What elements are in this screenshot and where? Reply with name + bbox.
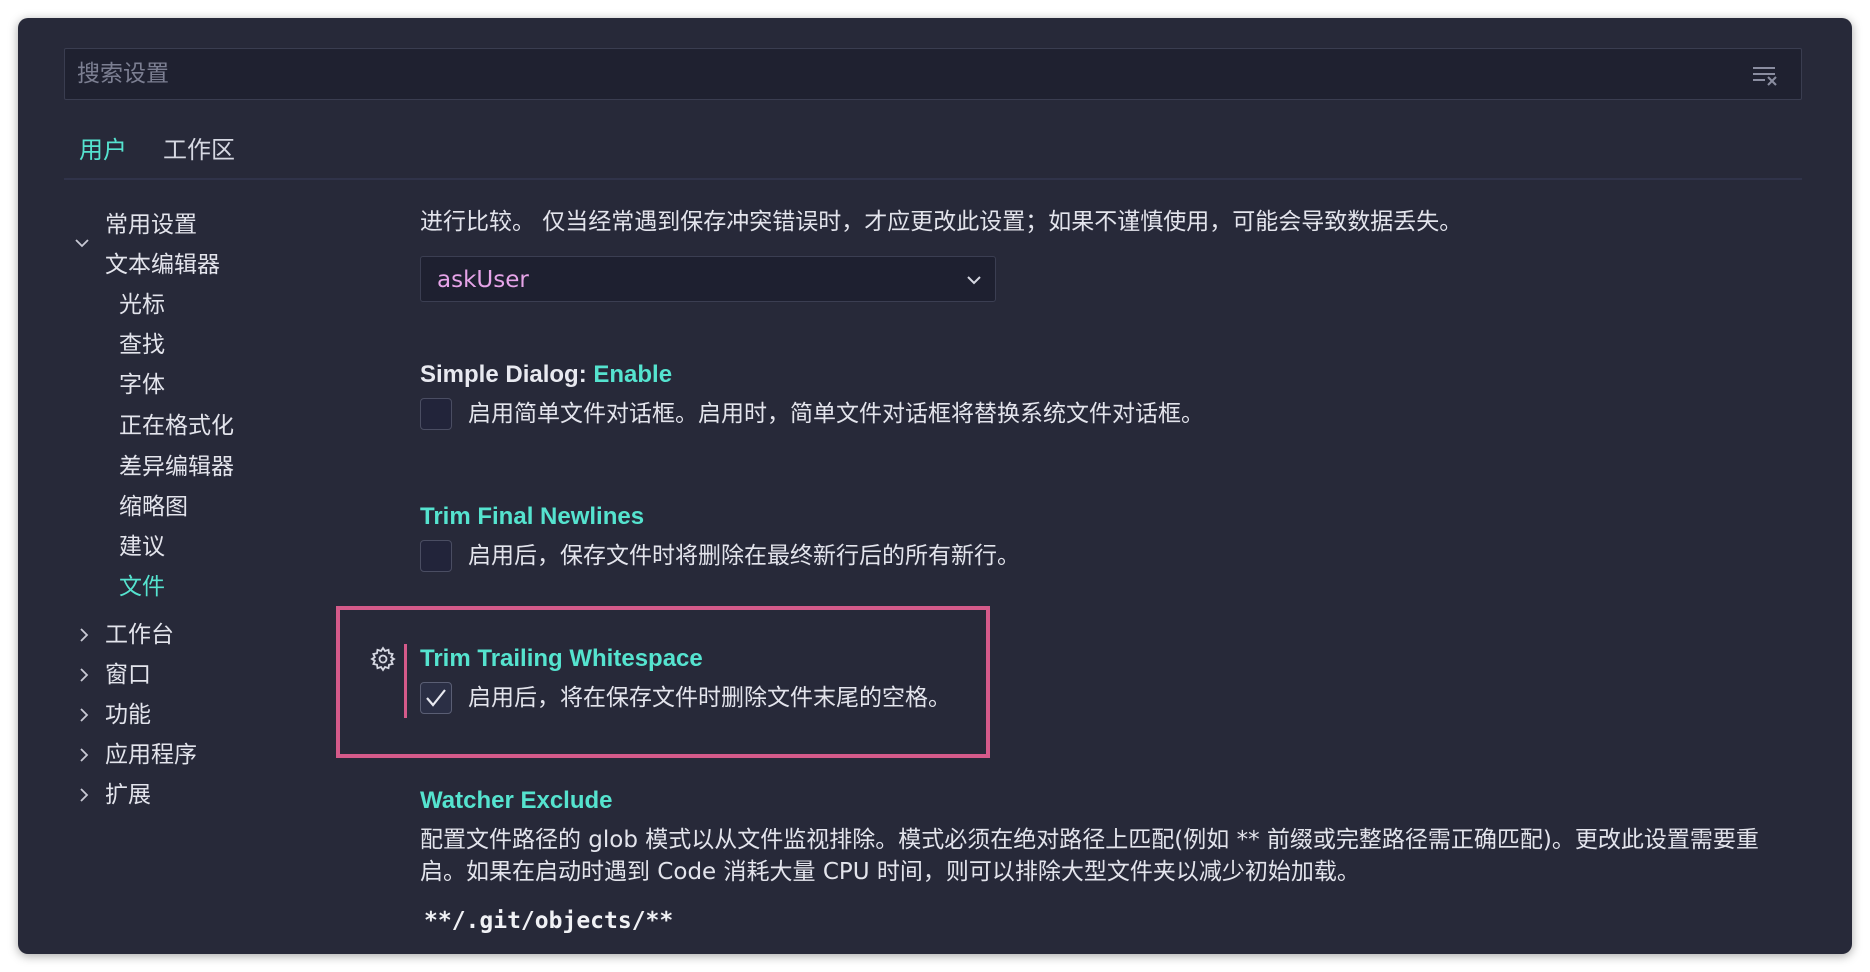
toc-item-font[interactable]: 字体 [119,370,165,400]
toc-item-suggestions[interactable]: 建议 [119,532,165,562]
clear-filter-icon[interactable] [1751,63,1779,87]
settings-window: 用户 工作区 常用设置 文本编辑器 光标 查找 字体 正在格式化 差异编辑器 缩… [18,18,1852,954]
search-input[interactable] [65,49,1801,99]
trim-final-newlines-checkbox[interactable] [420,540,452,572]
setting-key: Enable [593,361,673,388]
dropdown-value: askUser [437,267,529,293]
toc-item-features[interactable]: 功能 [105,700,151,730]
simple-dialog-checkbox[interactable] [420,398,452,430]
tab-user[interactable]: 用户 [64,130,142,180]
setting-description: 启用后，将在保存文件时删除文件末尾的空格。 [468,685,951,711]
chevron-right-icon[interactable] [76,627,92,643]
toc-item-window[interactable]: 窗口 [105,660,151,690]
chevron-right-icon[interactable] [76,667,92,683]
toc-item-find[interactable]: 查找 [119,330,165,360]
chevron-right-icon[interactable] [76,747,92,763]
toc-item-cursor[interactable]: 光标 [119,290,165,320]
toc-item-diff-editor[interactable]: 差异编辑器 [119,452,234,482]
toc-item-application[interactable]: 应用程序 [105,740,197,770]
setting-description: 启用简单文件对话框。启用时，简单文件对话框将替换系统文件对话框。 [468,401,1204,427]
toc-item-workbench[interactable]: 工作台 [105,620,174,650]
gear-icon[interactable] [370,646,396,672]
tabs-divider [64,178,1802,180]
watcher-exclude-entry[interactable]: **/.git/objects/** [424,908,673,934]
setting-title-trim-final-newlines: Trim Final Newlines [420,503,645,530]
search-box [64,48,1802,100]
toc-item-files[interactable]: 文件 [119,572,165,602]
setting-description: 配置文件路径的 glob 模式以从文件监视排除。模式必须在绝对路径上匹配(例如 … [420,827,1759,853]
modified-indicator [404,644,407,718]
save-conflict-dropdown[interactable]: askUser [420,256,996,302]
chevron-down-icon [967,276,981,285]
setting-title-watcher-exclude: Watcher Exclude [420,787,613,814]
tab-workspace[interactable]: 工作区 [154,130,244,178]
chevron-right-icon[interactable] [76,787,92,803]
setting-description: 启。如果在启动时遇到 Code 消耗大量 CPU 时间，则可以排除大型文件夹以减… [420,859,1360,885]
trim-trailing-whitespace-checkbox[interactable] [420,682,452,714]
checkmark-icon [426,689,446,707]
toc-item-text-editor[interactable]: 文本编辑器 [105,250,220,280]
chevron-right-icon[interactable] [76,707,92,723]
toc-item-common[interactable]: 常用设置 [105,210,197,240]
setting-description: 启用后，保存文件时将删除在最终新行后的所有新行。 [468,543,1020,569]
setting-title-simple-dialog: Simple Dialog: Enable [420,360,672,390]
chevron-down-icon[interactable] [74,235,90,251]
toc-item-extensions[interactable]: 扩展 [105,780,151,810]
setting-description: 进行比较。 仅当经常遇到保存冲突错误时，才应更改此设置；如果不谨慎使用，可能会导… [420,209,1463,235]
setting-title-trim-trailing-whitespace: Trim Trailing Whitespace [420,645,703,672]
toc-item-formatting[interactable]: 正在格式化 [119,411,234,441]
toc-item-minimap[interactable]: 缩略图 [119,492,188,522]
setting-category: Simple Dialog: [420,361,594,388]
